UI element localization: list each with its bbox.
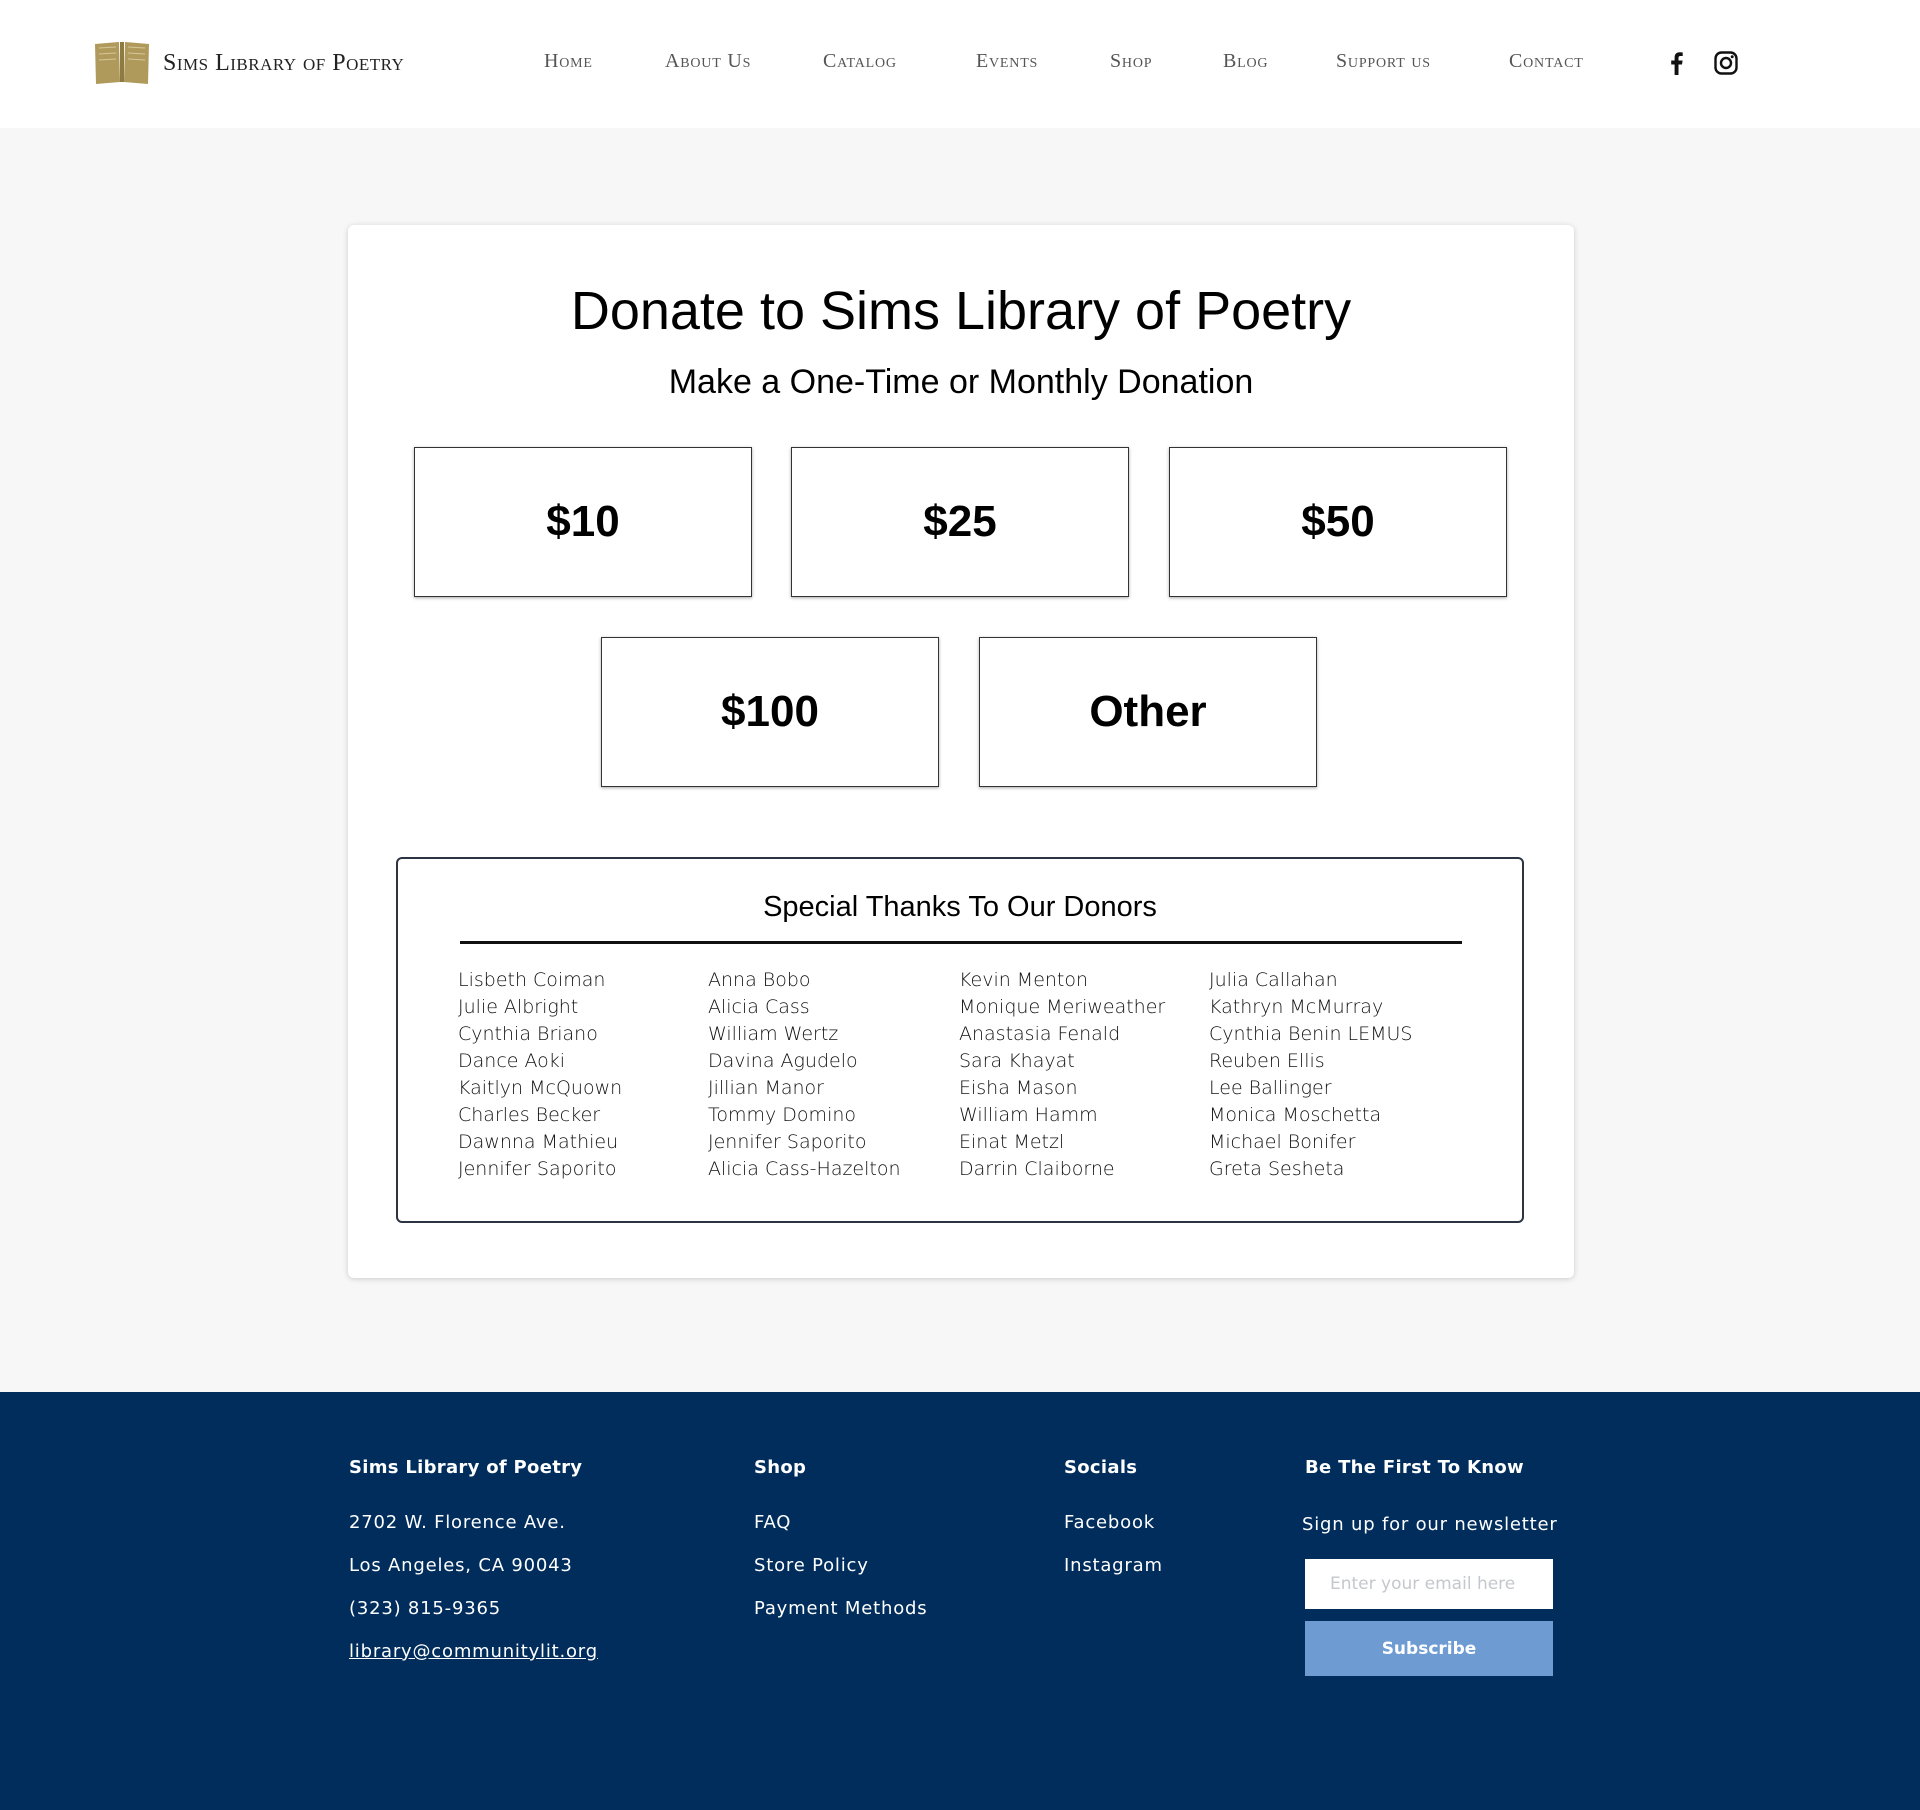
donor-name: Lee Ballinger [1209, 1077, 1332, 1099]
donor-name: Monica Moschetta [1209, 1104, 1382, 1126]
footer-link-facebook[interactable]: Facebook [1064, 1512, 1155, 1533]
donate-100-button[interactable]: $100 [601, 637, 939, 787]
donate-25-button[interactable]: $25 [791, 447, 1129, 597]
newsletter-description: Sign up for our newsletter [1302, 1514, 1558, 1535]
donor-name: William Hamm [959, 1104, 1098, 1126]
nav-home[interactable]: Home [544, 50, 593, 73]
footer-email-link[interactable]: library@communitylit.org [349, 1641, 598, 1662]
donor-name: Kathryn McMurray [1209, 996, 1384, 1018]
main-nav: Home About Us Catalog Events Shop Blog S… [0, 0, 1920, 128]
nav-contact[interactable]: Contact [1509, 50, 1584, 73]
footer-shop-heading: Shop [754, 1457, 807, 1478]
donor-name: Charles Becker [458, 1104, 601, 1126]
donor-name: Reuben Ellis [1209, 1050, 1325, 1072]
donor-name: William Wertz [708, 1023, 839, 1045]
instagram-icon[interactable] [1713, 50, 1739, 76]
donor-name: Tommy Domino [708, 1104, 857, 1126]
footer-address-line2: Los Angeles, CA 90043 [349, 1555, 573, 1576]
donation-card: Donate to Sims Library of Poetry Make a … [348, 225, 1574, 1278]
donor-name: Kaitlyn McQuown [458, 1077, 623, 1099]
footer-link-faq[interactable]: FAQ [754, 1512, 791, 1533]
footer-link-payment-methods[interactable]: Payment Methods [754, 1598, 927, 1619]
donor-name: Jennifer Saporito [458, 1158, 617, 1180]
donor-name: Dawnna Mathieu [458, 1131, 619, 1153]
donors-divider [460, 941, 1462, 944]
donor-name: Alicia Cass-Hazelton [708, 1158, 901, 1180]
nav-shop[interactable]: Shop [1110, 50, 1152, 73]
donor-name: Dance Aoki [458, 1050, 566, 1072]
footer-socials-heading: Socials [1064, 1457, 1138, 1478]
nav-support-us[interactable]: Support us [1336, 50, 1431, 73]
newsletter-email-input[interactable] [1305, 1559, 1553, 1609]
donor-column-1: Lisbeth Coiman Julie Albright Cynthia Br… [458, 967, 698, 1183]
donate-10-button[interactable]: $10 [414, 447, 752, 597]
site-footer: Sims Library of Poetry 2702 W. Florence … [0, 1392, 1920, 1810]
donor-name: Kevin Menton [959, 969, 1089, 991]
donor-column-3: Kevin Menton Monique Meriweather Anastas… [959, 967, 1199, 1183]
donor-name: Julie Albright [458, 996, 579, 1018]
donor-name: Sara Khayat [959, 1050, 1075, 1072]
donor-name: Greta Sesheta [1209, 1158, 1345, 1180]
donor-name: Alicia Cass [708, 996, 810, 1018]
donors-box: Special Thanks To Our Donors Lisbeth Coi… [396, 857, 1524, 1223]
nav-about-us[interactable]: About Us [665, 50, 751, 73]
donor-name: Eisha Mason [959, 1077, 1078, 1099]
footer-phone: (323) 815-9365 [349, 1598, 501, 1619]
donor-name: Davina Agudelo [708, 1050, 858, 1072]
donor-column-2: Anna Bobo Alicia Cass William Wertz Davi… [708, 967, 948, 1183]
donor-name: Jillian Manor [708, 1077, 824, 1099]
footer-address-line1: 2702 W. Florence Ave. [349, 1512, 566, 1533]
donor-name: Cynthia Briano [458, 1023, 598, 1045]
donor-name: Michael Bonifer [1209, 1131, 1356, 1153]
footer-link-instagram[interactable]: Instagram [1064, 1555, 1163, 1576]
site-header: Sims Library of Poetry Home About Us Cat… [0, 0, 1920, 128]
donor-name: Cynthia Benin LEMUS [1209, 1023, 1413, 1045]
nav-events[interactable]: Events [976, 50, 1038, 73]
subscribe-button[interactable]: Subscribe [1305, 1621, 1553, 1676]
donors-title: Special Thanks To Our Donors [763, 891, 1157, 923]
nav-blog[interactable]: Blog [1223, 50, 1268, 73]
facebook-icon[interactable] [1664, 50, 1690, 76]
page-title: Donate to Sims Library of Poetry [570, 281, 1352, 341]
donor-name: Julia Callahan [1209, 969, 1338, 991]
donor-name: Anna Bobo [708, 969, 811, 991]
footer-org-heading: Sims Library of Poetry [349, 1457, 583, 1478]
donate-other-button[interactable]: Other [979, 637, 1317, 787]
donor-name: Darrin Claiborne [959, 1158, 1115, 1180]
donate-50-button[interactable]: $50 [1169, 447, 1507, 597]
donor-name: Einat Metzl [959, 1131, 1065, 1153]
footer-newsletter-heading: Be The First To Know [1305, 1457, 1524, 1478]
footer-link-store-policy[interactable]: Store Policy [754, 1555, 869, 1576]
donor-name: Jennifer Saporito [708, 1131, 867, 1153]
page-subtitle: Make a One-Time or Monthly Donation [668, 363, 1254, 401]
donor-column-4: Julia Callahan Kathryn McMurray Cynthia … [1209, 967, 1449, 1183]
nav-catalog[interactable]: Catalog [823, 50, 897, 73]
donor-name: Lisbeth Coiman [458, 969, 606, 991]
donor-name: Anastasia Fenald [959, 1023, 1121, 1045]
donor-name: Monique Meriweather [959, 996, 1166, 1018]
